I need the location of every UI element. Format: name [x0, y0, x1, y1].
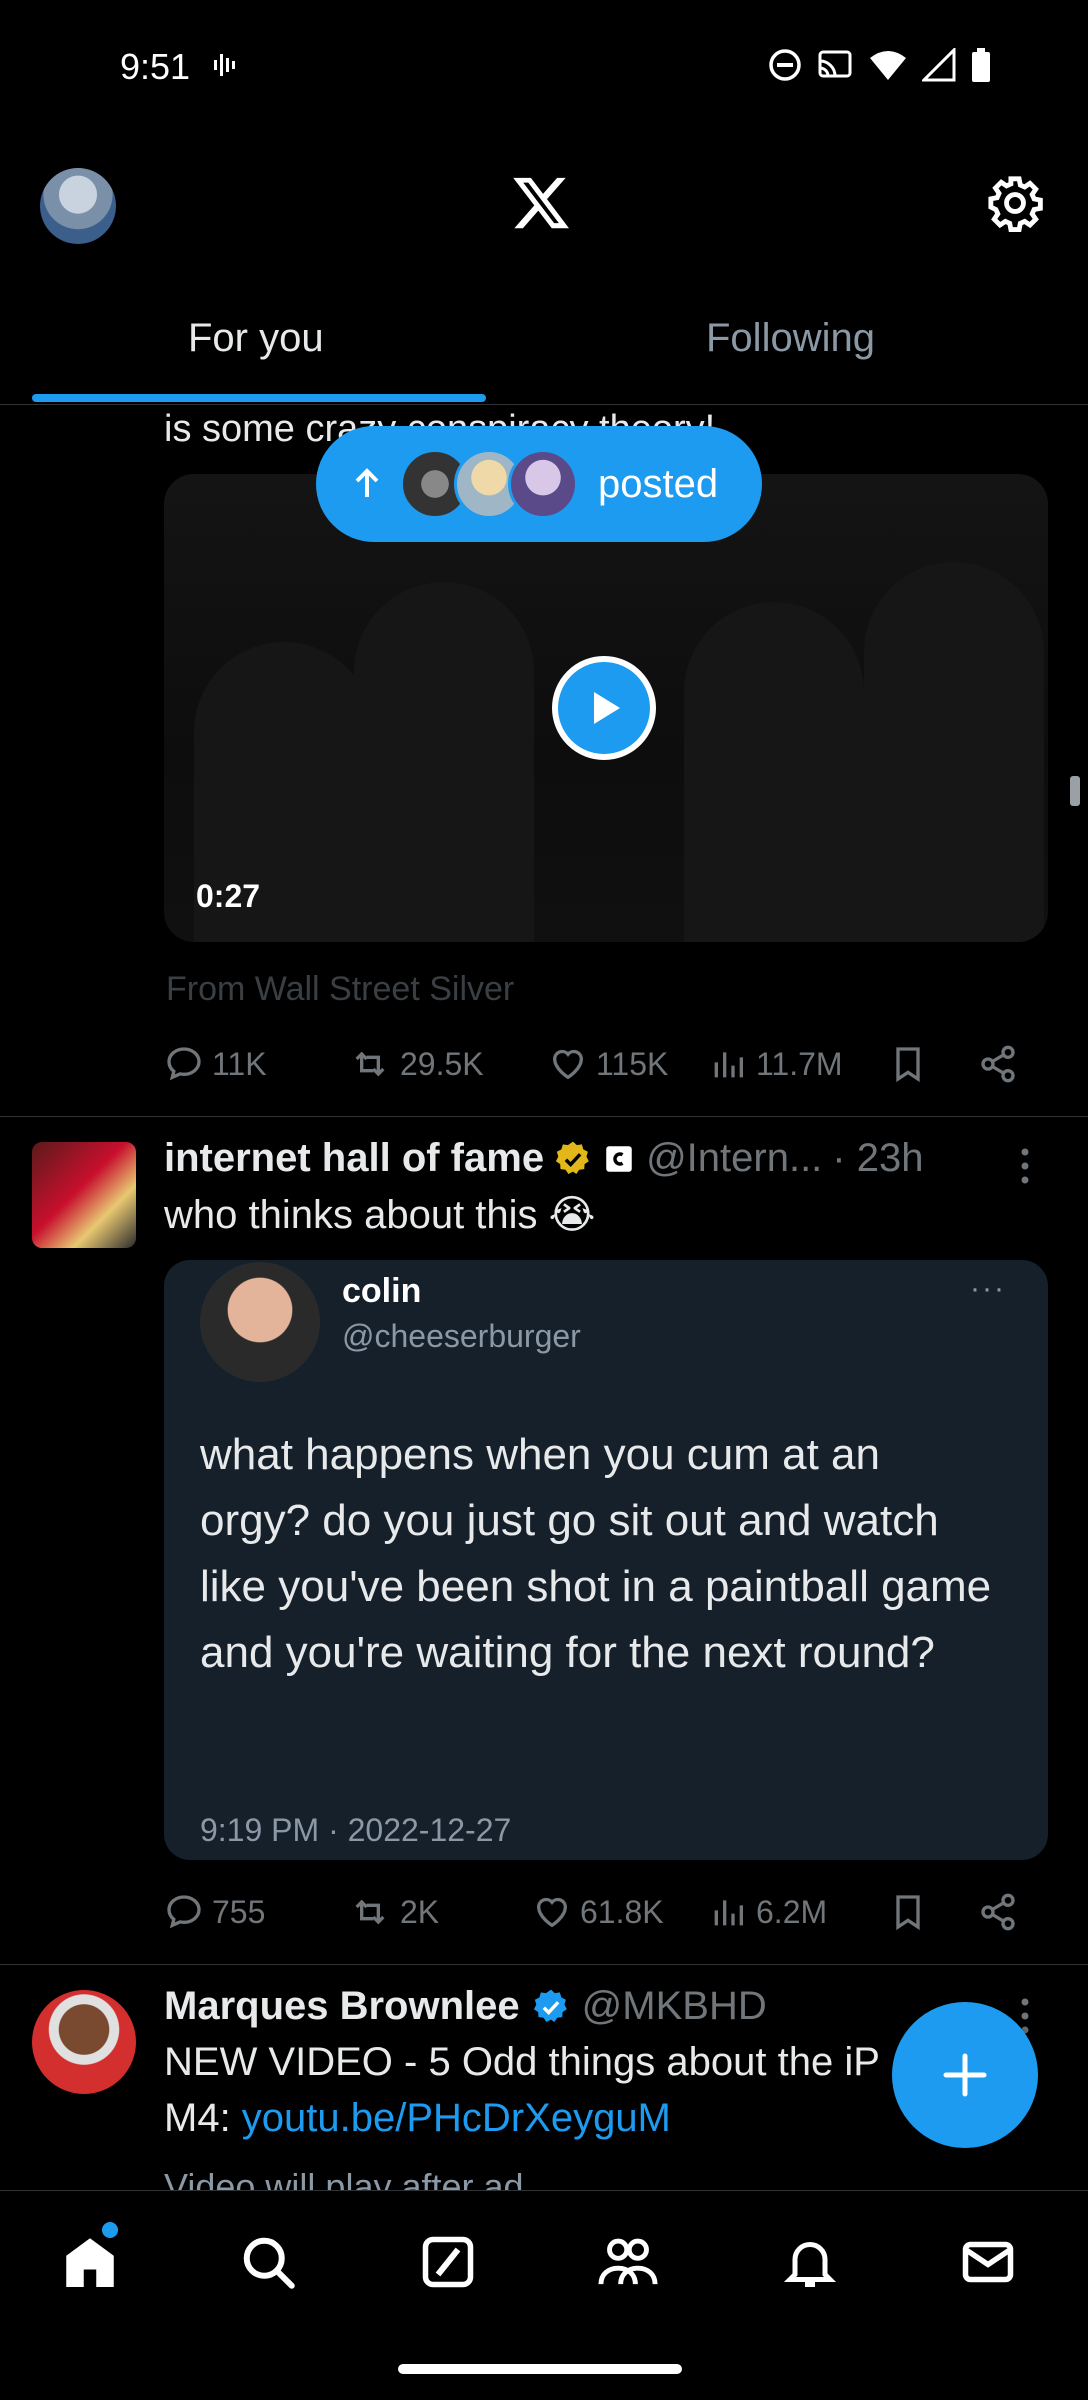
video-frame-figure [864, 562, 1044, 942]
tweet-link[interactable]: youtu.be/PHcDrXeyguM [242, 2096, 671, 2140]
quoted-author-avatar [200, 1262, 320, 1382]
new-posts-pill[interactable]: posted [316, 426, 762, 542]
tab-for-you[interactable]: For you [188, 316, 324, 361]
affiliate-badge-icon [606, 1145, 632, 1172]
wifi-icon [870, 51, 906, 80]
new-content-dot [102, 2222, 118, 2238]
views-icon [714, 1900, 743, 1926]
gesture-home-bar[interactable] [398, 2364, 682, 2374]
tweet-divider [0, 1964, 1088, 1965]
like-count: 115K [596, 1045, 669, 1082]
repost-count: 2K [400, 1893, 440, 1930]
quoted-tweet-body: what happens when you cum at an orgy? do… [200, 1430, 992, 1677]
bookmark-button[interactable] [888, 1044, 978, 1084]
heart-icon [536, 1897, 568, 1928]
status-time: 9:51 [120, 46, 191, 87]
sound-wave-icon [212, 50, 242, 80]
bookmark-icon [896, 1047, 920, 1083]
share-button[interactable] [978, 1044, 1018, 1084]
tweet-text-prefix: M4: [164, 2096, 242, 2140]
quoted-tweet-date: 9:19 PM · 2022-12-27 [200, 1812, 512, 1848]
author-name[interactable]: internet hall of fame [164, 1136, 544, 1181]
posted-label: posted [598, 461, 719, 506]
gear-icon[interactable] [986, 174, 1044, 232]
search-icon[interactable] [238, 2232, 298, 2292]
verified-blue-icon [533, 1989, 567, 2022]
tweet-header: Marques Brownlee @MKBHD [164, 1984, 767, 2029]
author-avatar[interactable] [32, 1990, 136, 2094]
grok-icon[interactable] [418, 2232, 478, 2292]
reply-button[interactable]: 11K [164, 1044, 348, 1084]
messages-icon[interactable] [958, 2232, 1018, 2292]
tweet-actions: 755 2K 61.8K 6.2M [164, 1882, 1044, 1942]
profile-avatar[interactable] [40, 168, 116, 244]
arrow-up-icon [355, 468, 379, 497]
plus-icon [943, 2053, 987, 2097]
tweet-text-line: M4: youtu.be/PHcDrXeyguM [164, 2096, 671, 2141]
compose-button[interactable] [892, 2002, 1038, 2148]
cast-icon [818, 50, 852, 78]
repost-button[interactable]: 2K [348, 1892, 532, 1932]
repost-icon [355, 1051, 385, 1077]
views-count: 11.7M [756, 1045, 843, 1082]
video-duration: 0:27 [196, 878, 261, 914]
active-tab-indicator [32, 394, 486, 402]
like-count: 61.8K [580, 1893, 664, 1930]
home-icon[interactable] [60, 2232, 120, 2292]
views-button[interactable]: 11.7M [708, 1044, 888, 1084]
author-avatar[interactable] [32, 1142, 136, 1248]
battery-icon [972, 48, 990, 82]
like-button[interactable]: 61.8K [532, 1892, 708, 1932]
tweet-header: internet hall of fame @Intern... · 23h [164, 1136, 923, 1181]
quoted-more-icon: ··· [970, 1272, 1006, 1305]
repost-button[interactable]: 29.5K [348, 1044, 548, 1084]
communities-icon[interactable] [596, 2232, 660, 2292]
views-icon [714, 1052, 743, 1078]
author-name[interactable]: Marques Brownlee [164, 1984, 520, 2029]
x-logo-icon [510, 172, 572, 234]
status-icons [768, 48, 992, 82]
verified-gold-icon [555, 1141, 589, 1174]
play-icon [594, 692, 620, 724]
views-count: 6.2M [756, 1893, 828, 1930]
quoted-author-handle: @cheeserburger [342, 1318, 581, 1354]
signal-icon [922, 48, 956, 82]
tweet-time: · 23h [832, 1136, 924, 1180]
play-button[interactable] [552, 656, 656, 760]
tweet-text: who thinks about this 😭 [164, 1193, 596, 1237]
pill-avatar [508, 449, 578, 519]
reply-count: 11K [212, 1045, 267, 1082]
repost-icon [355, 1899, 385, 1925]
tweet-text-line: NEW VIDEO - 5 Odd things about the iP [164, 2040, 880, 2084]
bookmark-button[interactable] [888, 1892, 978, 1932]
tab-divider [0, 404, 1088, 405]
bookmark-icon [896, 1895, 920, 1931]
dnd-icon [769, 49, 801, 81]
reply-button[interactable]: 755 [164, 1892, 348, 1932]
video-frame-figure [354, 582, 534, 942]
tab-following[interactable]: Following [706, 316, 875, 361]
share-button[interactable] [978, 1892, 1018, 1932]
like-button[interactable]: 115K [548, 1044, 708, 1084]
scrollbar-thumb[interactable] [1070, 776, 1080, 806]
share-icon [981, 1893, 1015, 1931]
repost-count: 29.5K [400, 1045, 484, 1082]
more-options-icon[interactable] [1018, 1146, 1032, 1186]
author-handle[interactable]: @Intern... [646, 1136, 822, 1181]
views-button[interactable]: 6.2M [708, 1892, 888, 1932]
heart-icon [552, 1049, 584, 1080]
reply-count: 755 [212, 1893, 266, 1930]
tweet-actions: 11K 29.5K 115K 11.7M [164, 1034, 1044, 1094]
tweet-divider [0, 1116, 1088, 1117]
video-source-label: From Wall Street Silver [166, 970, 515, 1008]
author-handle[interactable]: @MKBHD [582, 1984, 767, 2029]
share-icon [981, 1045, 1015, 1083]
video-frame-figure [684, 602, 864, 942]
quoted-author-name: colin [342, 1272, 422, 1310]
notifications-icon[interactable] [780, 2232, 840, 2292]
reply-icon [167, 1047, 201, 1081]
reply-icon [167, 1895, 201, 1929]
